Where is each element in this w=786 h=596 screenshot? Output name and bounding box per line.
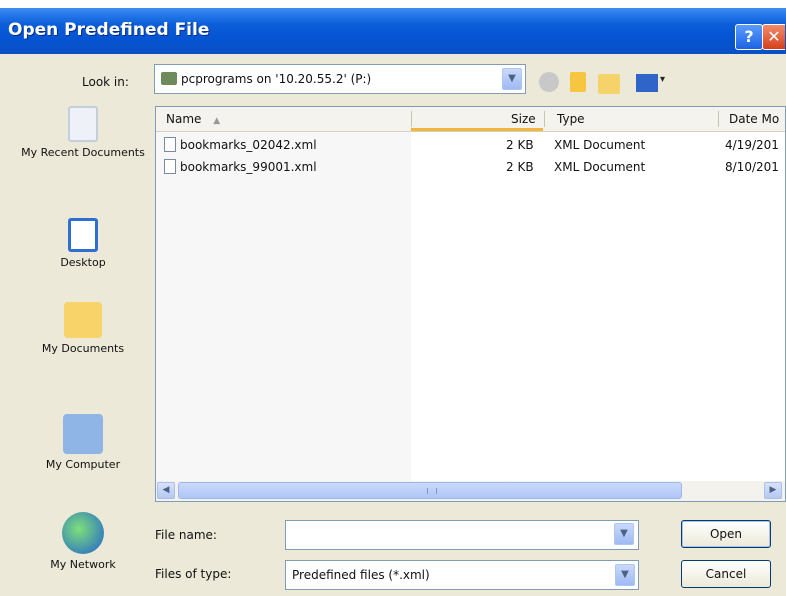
look-in-dropdown[interactable]: pcprograms on '10.20.55.2' (P:) ▼ (154, 64, 526, 94)
dialog-body: Look in: pcprograms on '10.20.55.2' (P:)… (0, 54, 786, 596)
places-bar: My Recent Documents Desktop My Documents… (20, 106, 146, 584)
desktop-icon (68, 218, 98, 252)
grip-icon (427, 488, 437, 494)
scroll-thumb[interactable] (178, 482, 682, 499)
column-divider[interactable] (411, 111, 412, 127)
file-name-label: File name: (155, 528, 217, 542)
horizontal-scrollbar[interactable]: ◀ ▶ (156, 481, 785, 501)
column-header-type[interactable]: Type (557, 112, 585, 126)
place-label: Desktop (60, 256, 106, 269)
file-row[interactable]: bookmarks_02042.xml 2 KB XML Document 4/… (156, 135, 785, 155)
open-button[interactable]: Open (681, 520, 771, 548)
column-divider[interactable] (718, 111, 719, 127)
sort-ascending-icon: ▲ (213, 116, 221, 126)
column-header-size[interactable]: Size (511, 112, 536, 126)
file-list[interactable]: Name ▲ Size Type Date Mo bookmarks_02042… (155, 106, 786, 502)
file-type-dropdown[interactable]: Predefined files (*.xml) ▼ (285, 560, 639, 590)
title-bar[interactable]: Open Predefined File ? ✕ (0, 8, 786, 54)
place-my-recent-documents[interactable]: My Recent Documents (20, 106, 146, 159)
views-icon[interactable] (636, 74, 658, 92)
scroll-left-button[interactable]: ◀ (157, 482, 175, 499)
place-my-computer[interactable]: My Computer (20, 414, 146, 471)
file-type-label: Files of type: (155, 567, 232, 581)
file-row[interactable]: bookmarks_99001.xml 2 KB XML Document 8/… (156, 157, 785, 177)
file-name: bookmarks_99001.xml (180, 160, 317, 174)
chevron-down-icon[interactable]: ▼ (615, 564, 635, 586)
file-name-input[interactable] (285, 520, 639, 550)
cancel-button-label: Cancel (705, 567, 747, 581)
look-in-value: pcprograms on '10.20.55.2' (P:) (181, 72, 372, 86)
window-title: Open Predefined File (8, 20, 210, 40)
open-button-label: Open (709, 527, 743, 541)
chevron-down-icon[interactable]: ▼ (614, 523, 634, 545)
chevron-down-icon[interactable]: ▼ (502, 68, 522, 90)
place-my-documents[interactable]: My Documents (20, 302, 146, 355)
scroll-right-button[interactable]: ▶ (764, 482, 782, 499)
file-name: bookmarks_02042.xml (180, 138, 317, 152)
new-folder-icon[interactable] (598, 74, 620, 94)
column-name-label: Name (166, 112, 202, 126)
place-my-network[interactable]: My Network (20, 512, 146, 571)
file-type: XML Document (554, 160, 646, 174)
look-in-label: Look in: (82, 75, 129, 89)
place-label: My Recent Documents (21, 146, 145, 159)
close-button[interactable]: ✕ (762, 24, 785, 50)
column-header-date-modified[interactable]: Date Mo (729, 112, 779, 126)
network-drive-icon (161, 72, 177, 85)
column-header-name[interactable]: Name ▲ (166, 112, 220, 126)
views-dropdown-icon[interactable]: ▾ (660, 74, 665, 85)
recent-documents-icon (68, 106, 98, 142)
xml-file-icon (164, 159, 176, 174)
place-label: My Network (50, 558, 116, 571)
file-type-value: Predefined files (*.xml) (292, 568, 430, 582)
column-headers: Name ▲ Size Type Date Mo (156, 107, 785, 132)
place-label: My Documents (41, 342, 125, 355)
column-divider[interactable] (544, 111, 545, 127)
file-date: 4/19/201 (725, 138, 779, 152)
up-folder-icon[interactable] (570, 72, 586, 92)
sorted-column-highlight (156, 131, 411, 481)
file-size: 2 KB (506, 138, 534, 152)
file-size: 2 KB (506, 160, 534, 174)
place-label: My Computer (45, 458, 121, 471)
file-date: 8/10/201 (725, 160, 779, 174)
place-desktop[interactable]: Desktop (20, 218, 146, 269)
documents-folder-icon (64, 302, 102, 338)
network-icon (62, 512, 104, 554)
open-file-dialog: Open Predefined File ? ✕ Look in: pcprog… (0, 0, 786, 596)
file-type: XML Document (554, 138, 646, 152)
xml-file-icon (164, 137, 176, 152)
cancel-button[interactable]: Cancel (681, 560, 771, 588)
computer-icon (63, 414, 103, 454)
back-icon[interactable] (539, 72, 559, 92)
help-button[interactable]: ? (735, 24, 763, 50)
